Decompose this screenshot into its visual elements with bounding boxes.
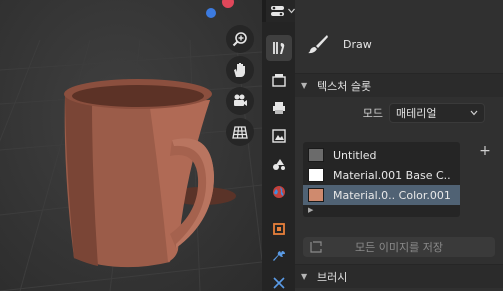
properties-tab-bar (262, 22, 295, 291)
tool-settings-icon (273, 42, 285, 54)
slot-color-swatch (308, 188, 324, 202)
tab-view-layer[interactable] (266, 123, 292, 149)
mode-dropdown[interactable]: 매테리얼 (389, 103, 485, 123)
tab-tool[interactable] (266, 35, 292, 61)
tab-object[interactable] (266, 216, 292, 242)
orthographic-toggle-button[interactable] (226, 118, 254, 146)
scene-icon (273, 159, 285, 170)
brush-icon (308, 35, 328, 54)
object-icon (273, 223, 285, 235)
hand-icon (234, 63, 245, 77)
slot-label: Untitled (333, 148, 377, 162)
tab-render[interactable] (266, 67, 292, 93)
slot-color-swatch (308, 168, 324, 182)
tab-modifiers[interactable] (266, 244, 292, 270)
texture-slots-title: 텍스처 슬롯 (317, 79, 372, 93)
slot-label: Material.0.. Color.001 (333, 188, 451, 202)
slot-label: Material.001 Base C.. (333, 168, 451, 182)
tab-scene[interactable] (266, 151, 292, 177)
image-icon (272, 129, 286, 143)
camera-icon (234, 94, 247, 106)
list-resize-grip-icon[interactable]: ▶ (308, 206, 313, 214)
mode-row: 모드 매테리얼 (295, 102, 503, 124)
collapse-arrow-icon: ▼ (301, 81, 308, 90)
particles-icon (273, 277, 285, 289)
save-all-images-button[interactable]: 모든 이미지를 저장 (303, 237, 495, 257)
zoom-icon (232, 32, 247, 47)
active-tool-name: Draw (343, 37, 372, 51)
wrench-icon (273, 251, 285, 261)
pan-button[interactable] (226, 56, 254, 84)
list-item[interactable]: Untitled (303, 145, 460, 165)
chevron-down-icon (287, 8, 295, 14)
tab-particles[interactable] (266, 270, 292, 291)
properties-editor-icon (270, 6, 284, 16)
brush-panel-title: 브러시 (317, 270, 348, 284)
save-button-label: 모든 이미지를 저장 (355, 241, 443, 254)
3d-viewport[interactable] (0, 0, 262, 291)
render-icon (272, 74, 286, 87)
list-item[interactable]: Material.001 Base C.. (303, 165, 460, 185)
mode-label: 모드 (362, 107, 383, 120)
save-icon (310, 241, 322, 253)
chevron-down-icon (470, 110, 478, 116)
floor-grid (0, 39, 262, 291)
slot-color-swatch (308, 148, 324, 162)
zoom-button[interactable] (226, 25, 254, 53)
properties-panel: Draw ▼ 텍스처 슬롯 모드 매테리얼 Untitled Material.… (295, 0, 503, 291)
texture-slot-list[interactable]: Untitled Material.001 Base C.. Material.… (303, 142, 460, 217)
grid-icon (232, 126, 248, 139)
camera-view-button[interactable] (226, 87, 254, 115)
collapse-arrow-icon: ▼ (301, 272, 308, 281)
tab-world[interactable] (266, 179, 292, 205)
editor-type-dropdown[interactable] (266, 0, 298, 22)
mode-value: 매테리얼 (396, 107, 437, 120)
texture-slots-panel-header[interactable]: ▼ 텍스처 슬롯 (295, 73, 503, 97)
list-item[interactable]: Material.0.. Color.001 (303, 185, 460, 205)
brush-panel-header[interactable]: ▼ 브러시 (295, 264, 503, 288)
add-texture-slot-button[interactable]: + (475, 142, 495, 160)
world-icon (273, 186, 285, 198)
gizmo-z-axis[interactable] (206, 8, 216, 18)
tab-output[interactable] (266, 95, 292, 121)
printer-icon (273, 102, 285, 114)
coffee-mug[interactable] (64, 79, 236, 268)
active-tool-header: Draw (295, 22, 503, 66)
